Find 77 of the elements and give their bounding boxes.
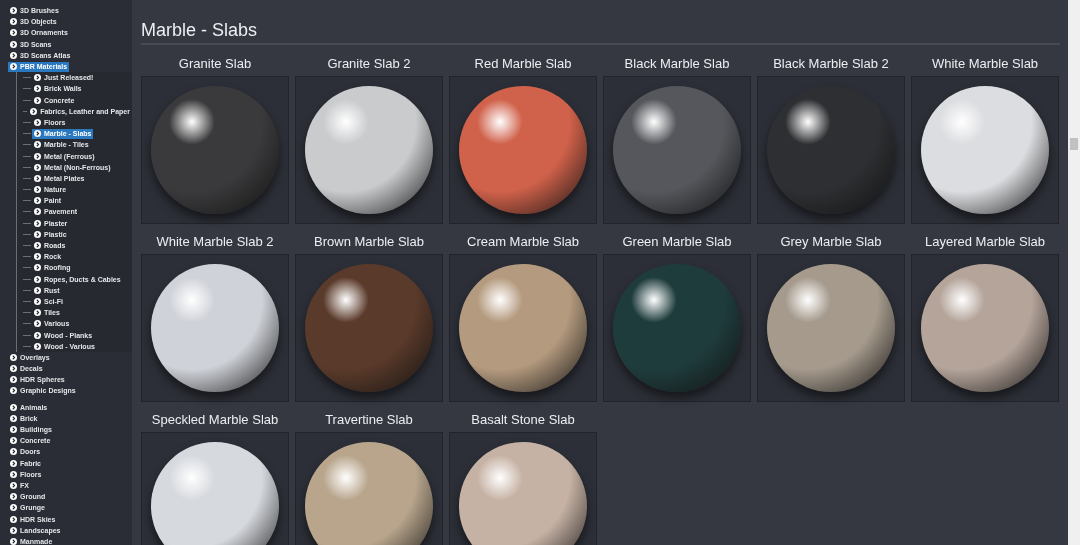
chevron-circle-icon	[34, 219, 41, 227]
chevron-circle-icon	[34, 186, 41, 194]
chevron-circle-icon	[10, 7, 17, 15]
material-card[interactable]	[603, 76, 751, 224]
chevron-circle-icon	[34, 118, 41, 126]
chevron-circle-icon	[10, 515, 17, 523]
material-card[interactable]	[295, 432, 443, 545]
chevron-circle-icon	[34, 163, 41, 171]
chevron-circle-icon	[34, 85, 41, 93]
chevron-circle-icon	[34, 309, 41, 317]
chevron-circle-icon	[10, 459, 17, 467]
chevron-circle-icon	[10, 448, 17, 456]
material-name: Travertine Slab	[325, 411, 413, 429]
chevron-circle-icon	[10, 426, 17, 434]
material-name: Black Marble Slab	[624, 55, 730, 73]
scrollbar-thumb[interactable]	[1070, 138, 1078, 150]
material-name: Layered Marble Slab	[925, 233, 1045, 251]
chevron-circle-icon	[34, 130, 41, 138]
material-name: Red Marble Slab	[474, 55, 572, 73]
material-name: Brown Marble Slab	[314, 233, 424, 251]
chevron-circle-icon	[34, 208, 41, 216]
chevron-circle-icon	[10, 40, 17, 48]
chevron-circle-icon	[10, 29, 17, 37]
chevron-circle-icon	[34, 230, 41, 238]
material-name: Cream Marble Slab	[467, 233, 579, 251]
material-name: Grey Marble Slab	[780, 233, 882, 251]
chevron-circle-icon	[30, 107, 38, 115]
material-card[interactable]	[141, 432, 289, 545]
material-card[interactable]	[449, 432, 597, 545]
scrollbar[interactable]	[1068, 0, 1080, 545]
material-card[interactable]	[295, 76, 443, 224]
chevron-circle-icon	[34, 331, 41, 339]
material-name: Black Marble Slab 2	[773, 55, 889, 73]
chevron-circle-icon	[10, 376, 17, 384]
chevron-circle-icon	[34, 96, 41, 104]
chevron-circle-icon	[10, 414, 17, 422]
chevron-circle-icon	[10, 526, 17, 534]
chevron-circle-icon	[34, 174, 41, 182]
material-name: Granite Slab	[178, 55, 252, 73]
material-card[interactable]	[295, 254, 443, 402]
chevron-circle-icon	[10, 437, 17, 445]
chevron-circle-icon	[10, 353, 17, 361]
material-name: White Marble Slab 2	[156, 233, 274, 251]
material-card[interactable]	[911, 76, 1059, 224]
chevron-circle-icon	[10, 365, 17, 373]
material-name: White Marble Slab	[931, 55, 1039, 73]
material-name: Basalt Stone Slab	[471, 411, 575, 429]
material-card[interactable]	[141, 76, 289, 224]
material-card[interactable]	[141, 254, 289, 402]
material-name: Green Marble Slab	[622, 233, 732, 251]
chevron-circle-icon	[34, 275, 41, 283]
chevron-circle-icon	[10, 504, 17, 512]
chevron-circle-icon	[10, 63, 17, 71]
chevron-circle-icon	[34, 320, 41, 328]
chevron-circle-icon	[10, 493, 17, 501]
chevron-circle-icon	[34, 242, 41, 250]
chevron-circle-icon	[10, 403, 17, 411]
material-card[interactable]	[911, 254, 1059, 402]
material-card[interactable]	[449, 76, 597, 224]
chevron-circle-icon	[34, 141, 41, 149]
chevron-circle-icon	[34, 197, 41, 205]
chevron-circle-icon	[34, 286, 41, 294]
material-card[interactable]	[757, 254, 905, 402]
chevron-circle-icon	[34, 264, 41, 272]
chevron-circle-icon	[34, 152, 41, 160]
chevron-circle-icon	[10, 18, 17, 26]
chevron-circle-icon	[10, 481, 17, 489]
chevron-circle-icon	[34, 253, 41, 261]
page-title: Marble - Slabs	[141, 19, 259, 42]
chevron-circle-icon	[34, 297, 41, 305]
chevron-circle-icon	[10, 387, 17, 395]
material-card[interactable]	[603, 254, 751, 402]
material-card[interactable]	[449, 254, 597, 402]
chevron-circle-icon	[10, 470, 17, 478]
material-name: Speckled Marble Slab	[151, 411, 279, 429]
material-name: Granite Slab 2	[327, 55, 411, 73]
chevron-circle-icon	[10, 51, 17, 59]
